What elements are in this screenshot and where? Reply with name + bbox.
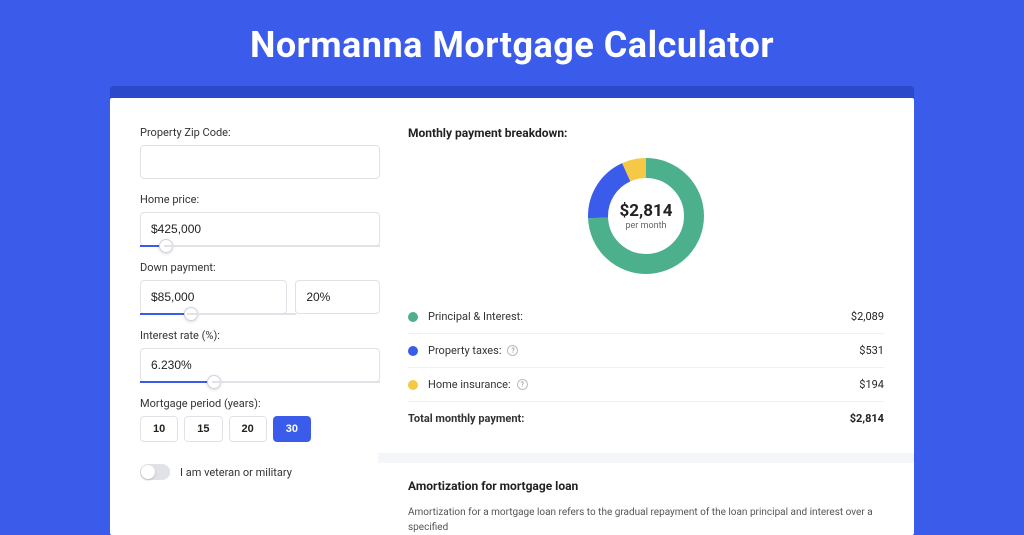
rate-field: Interest rate (%): <box>140 329 380 383</box>
rate-slider[interactable] <box>140 381 380 383</box>
donut-amount: $2,814 <box>620 201 673 221</box>
amort-text: Amortization for a mortgage loan refers … <box>408 505 884 535</box>
breakdown-row: Home insurance:?$194 <box>408 368 884 402</box>
breakdown-label: Principal & Interest: <box>428 310 851 323</box>
zip-input[interactable] <box>140 145 380 179</box>
zip-label: Property Zip Code: <box>140 126 380 139</box>
breakdown-row: Principal & Interest:$2,089 <box>408 300 884 334</box>
rate-label: Interest rate (%): <box>140 329 380 342</box>
legend-dot-icon <box>408 380 418 390</box>
total-value: $2,814 <box>850 412 884 425</box>
page-title: Normanna Mortgage Calculator <box>0 0 1024 86</box>
slider-thumb-icon[interactable] <box>184 307 198 321</box>
breakdown-label: Property taxes:? <box>428 344 859 357</box>
down-field: Down payment: <box>140 261 380 315</box>
legend-dot-icon <box>408 346 418 356</box>
down-pct-input[interactable] <box>295 280 380 314</box>
period-field: Mortgage period (years): 1015 2030 <box>140 397 380 442</box>
down-slider[interactable] <box>140 313 296 315</box>
breakdown-label: Home insurance:? <box>428 378 859 391</box>
breakdown-value: $2,089 <box>851 310 884 323</box>
period-label: Mortgage period (years): <box>140 397 380 410</box>
period-buttons: 1015 2030 <box>140 416 380 442</box>
price-label: Home price: <box>140 193 380 206</box>
info-icon[interactable]: ? <box>507 345 518 356</box>
slider-thumb-icon[interactable] <box>207 375 221 389</box>
info-icon[interactable]: ? <box>517 379 528 390</box>
amort-title: Amortization for mortgage loan <box>408 479 884 493</box>
donut-center: $2,814 per month <box>586 156 706 276</box>
breakdown-title: Monthly payment breakdown: <box>408 126 884 140</box>
donut-sub: per month <box>625 221 666 231</box>
legend-dot-icon <box>408 312 418 322</box>
price-slider[interactable] <box>140 245 380 247</box>
breakdown-list: Principal & Interest:$2,089Property taxe… <box>408 300 884 435</box>
price-field: Home price: <box>140 193 380 247</box>
breakdown-value: $194 <box>859 378 884 391</box>
form-panel: Property Zip Code: Home price: Down paym… <box>140 126 380 535</box>
period-button-10[interactable]: 10 <box>140 416 178 442</box>
price-input[interactable] <box>140 212 380 246</box>
breakdown-value: $531 <box>859 344 884 357</box>
slider-thumb-icon[interactable] <box>159 239 173 253</box>
rate-input[interactable] <box>140 348 380 382</box>
down-amount-input[interactable] <box>140 280 287 314</box>
veteran-label: I am veteran or military <box>180 466 292 479</box>
down-label: Down payment: <box>140 261 380 274</box>
veteran-row: I am veteran or military <box>140 464 380 480</box>
total-label: Total monthly payment: <box>408 412 850 425</box>
donut-chart: $2,814 per month <box>586 156 706 276</box>
period-button-20[interactable]: 20 <box>229 416 267 442</box>
amortization-section: Amortization for mortgage loan Amortizat… <box>378 453 914 535</box>
breakdown-total-row: Total monthly payment:$2,814 <box>408 402 884 435</box>
breakdown-panel: Monthly payment breakdown: $2,814 per mo… <box>408 126 884 535</box>
calculator-card: Property Zip Code: Home price: Down paym… <box>110 98 914 535</box>
toggle-knob-icon <box>141 465 155 479</box>
breakdown-row: Property taxes:?$531 <box>408 334 884 368</box>
period-button-30[interactable]: 30 <box>273 416 311 442</box>
donut-container: $2,814 per month <box>408 156 884 276</box>
zip-field: Property Zip Code: <box>140 126 380 179</box>
card-backdrop: Property Zip Code: Home price: Down paym… <box>110 86 914 535</box>
period-button-15[interactable]: 15 <box>184 416 222 442</box>
veteran-toggle[interactable] <box>140 464 170 480</box>
